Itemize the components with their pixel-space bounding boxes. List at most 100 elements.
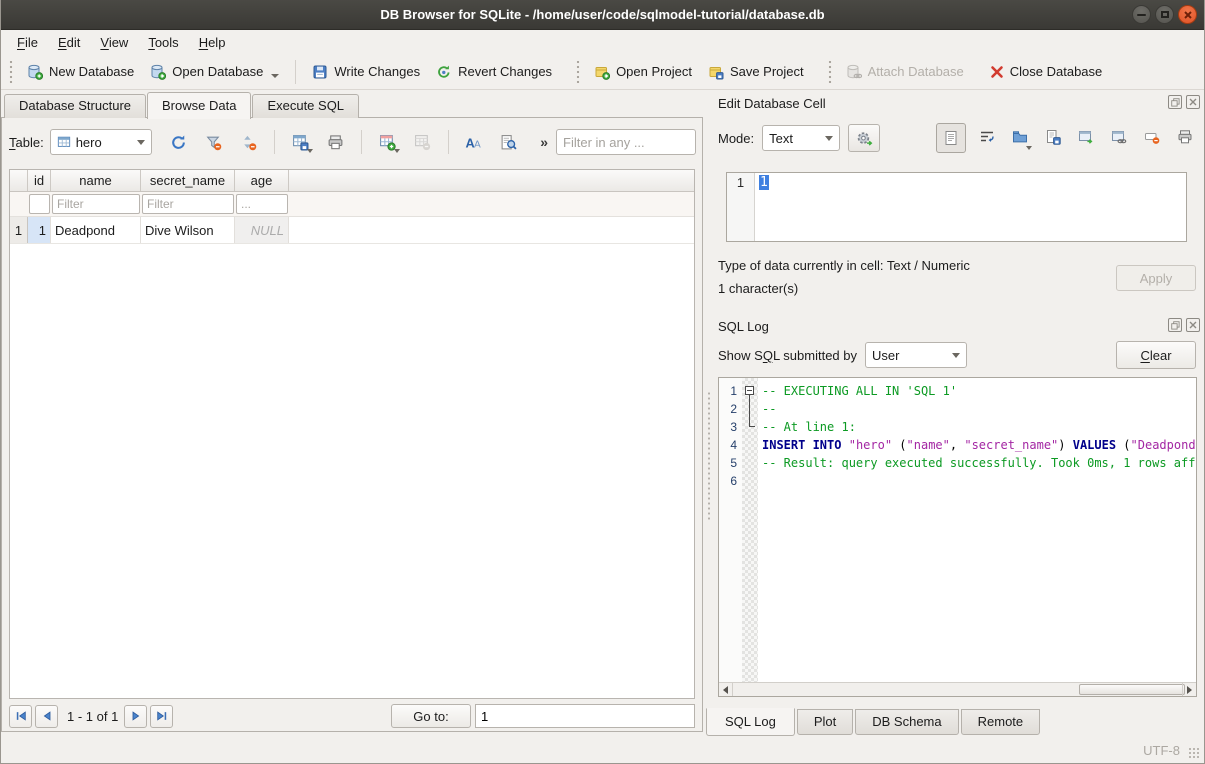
goto-button[interactable]: Go to: <box>391 704 471 728</box>
clear-log-button[interactable]: Clear <box>1116 341 1196 369</box>
write-changes-label: Write Changes <box>334 64 420 79</box>
filter-input-age[interactable]: ... <box>236 194 288 214</box>
column-header-age[interactable]: age <box>235 170 289 191</box>
open-project-button[interactable]: Open Project <box>586 59 700 85</box>
minimize-button[interactable] <box>1132 5 1151 24</box>
first-record-button[interactable] <box>9 705 32 728</box>
table-select[interactable]: hero <box>50 129 153 155</box>
insert-record-button[interactable] <box>379 133 396 150</box>
menu-edit[interactable]: Edit <box>48 32 90 53</box>
menu-help[interactable]: Help <box>189 32 236 53</box>
cell-secret-name[interactable]: Dive Wilson <box>141 217 235 243</box>
column-header-id[interactable]: id <box>28 170 51 191</box>
open-database-dropdown-icon[interactable] <box>271 74 279 78</box>
open-database-button[interactable]: Open Database <box>142 59 287 85</box>
previous-record-icon <box>41 710 53 722</box>
chevron-down-icon <box>952 353 960 358</box>
cell-editor[interactable]: 1 1 <box>726 172 1187 242</box>
insert-record-dropdown-icon[interactable] <box>394 149 400 153</box>
export-cell-data-button[interactable] <box>1045 129 1061 148</box>
word-wrap-button[interactable] <box>979 129 995 148</box>
cell-editor-content[interactable]: 1 <box>755 173 773 241</box>
goto-label: Go to: <box>413 709 448 724</box>
toolbar-grip[interactable] <box>9 61 13 83</box>
refresh-button[interactable] <box>170 133 187 150</box>
open-in-external-app-button[interactable] <box>1078 129 1094 148</box>
title-bar: DB Browser for SQLite - /home/user/code/… <box>1 0 1204 30</box>
tab-db-schema[interactable]: DB Schema <box>855 709 958 735</box>
sql-text <box>841 438 848 452</box>
dock-splitter-handle[interactable] <box>707 391 711 521</box>
previous-record-button[interactable] <box>35 705 58 728</box>
close-button[interactable] <box>1178 5 1197 24</box>
filter-input-id[interactable] <box>29 194 50 214</box>
font-settings-button[interactable]: A A <box>465 133 482 150</box>
find-icon <box>500 134 517 151</box>
next-record-button[interactable] <box>124 705 147 728</box>
tab-remote[interactable]: Remote <box>961 709 1041 735</box>
print-cell-button[interactable] <box>1177 129 1193 148</box>
set-as-link-button[interactable] <box>1111 129 1127 148</box>
clear-filters-button[interactable] <box>205 133 222 150</box>
toolbar-overflow-chevron[interactable]: » <box>540 134 548 150</box>
encoding-indicator[interactable]: UTF-8 <box>1143 743 1180 758</box>
goto-record-input[interactable] <box>475 704 695 728</box>
last-record-button[interactable] <box>150 705 173 728</box>
filter-input-name[interactable]: Filter <box>52 194 140 214</box>
maximize-button[interactable] <box>1155 5 1174 24</box>
filter-input-secret-name[interactable]: Filter <box>142 194 234 214</box>
clear-sorting-button[interactable] <box>240 133 257 150</box>
save-project-button[interactable]: Save Project <box>700 59 812 85</box>
fold-collapse-icon[interactable] <box>745 386 754 395</box>
cell-id-selected[interactable]: 1 <box>28 217 51 243</box>
import-dropdown-icon[interactable] <box>1026 146 1032 150</box>
new-database-button[interactable]: New Database <box>19 59 142 85</box>
scroll-right-button[interactable] <box>1182 683 1196 696</box>
print-button[interactable] <box>327 133 344 150</box>
row-header[interactable]: 1 <box>10 217 28 243</box>
sql-log-view[interactable]: 1 2 3 4 5 6 -- EXECUTING ALL IN 'SQL 1' … <box>718 377 1197 697</box>
scrollbar-thumb[interactable] <box>1079 684 1185 695</box>
first-record-icon <box>15 710 27 722</box>
fold-line <box>749 395 750 426</box>
filter-any-column-input[interactable] <box>556 129 696 155</box>
tab-browse-data[interactable]: Browse Data <box>147 92 251 119</box>
app-window: DB Browser for SQLite - /home/user/code/… <box>0 0 1205 764</box>
find-in-table-button[interactable] <box>500 133 517 150</box>
toolbar-grip[interactable] <box>576 61 580 83</box>
float-dock-button[interactable] <box>1168 95 1182 109</box>
save-table-dropdown-icon[interactable] <box>307 149 313 153</box>
text-mode-toggle[interactable] <box>936 123 966 153</box>
column-header-secret-name[interactable]: secret_name <box>141 170 235 191</box>
sql-source-select[interactable]: User <box>865 342 967 368</box>
write-changes-button[interactable]: Write Changes <box>304 59 428 85</box>
close-dock-button[interactable] <box>1186 318 1200 332</box>
scroll-left-button[interactable] <box>719 683 733 696</box>
import-cell-data-button[interactable] <box>1012 129 1028 148</box>
float-dock-button[interactable] <box>1168 318 1182 332</box>
auto-switch-mode-button[interactable] <box>848 124 880 152</box>
tab-execute-sql[interactable]: Execute SQL <box>252 94 359 118</box>
log-line-number: 5 <box>719 454 737 472</box>
close-dock-button[interactable] <box>1186 95 1200 109</box>
open-external-icon <box>1078 129 1094 145</box>
sql-log-text[interactable]: -- EXECUTING ALL IN 'SQL 1' -- -- At lin… <box>758 378 1196 682</box>
resize-grip[interactable] <box>1188 747 1201 760</box>
log-horizontal-scrollbar[interactable] <box>719 682 1196 696</box>
toolbar-grip[interactable] <box>828 61 832 83</box>
revert-changes-button[interactable]: Revert Changes <box>428 59 560 85</box>
save-table-button[interactable] <box>292 133 309 150</box>
tab-sql-log[interactable]: SQL Log <box>706 708 795 736</box>
cell-name[interactable]: Deadpond <box>51 217 141 243</box>
set-to-null-button[interactable] <box>1144 129 1160 148</box>
close-database-button[interactable]: Close Database <box>982 59 1111 84</box>
mode-select[interactable]: Text <box>762 125 840 151</box>
tab-database-structure[interactable]: Database Structure <box>4 94 146 118</box>
column-header-name[interactable]: name <box>51 170 141 191</box>
menu-tools[interactable]: Tools <box>138 32 188 53</box>
menu-file[interactable]: File <box>7 32 48 53</box>
cell-age-null[interactable]: NULL <box>235 217 289 243</box>
close-icon <box>1189 98 1197 106</box>
menu-view[interactable]: View <box>90 32 138 53</box>
tab-plot[interactable]: Plot <box>797 709 853 735</box>
